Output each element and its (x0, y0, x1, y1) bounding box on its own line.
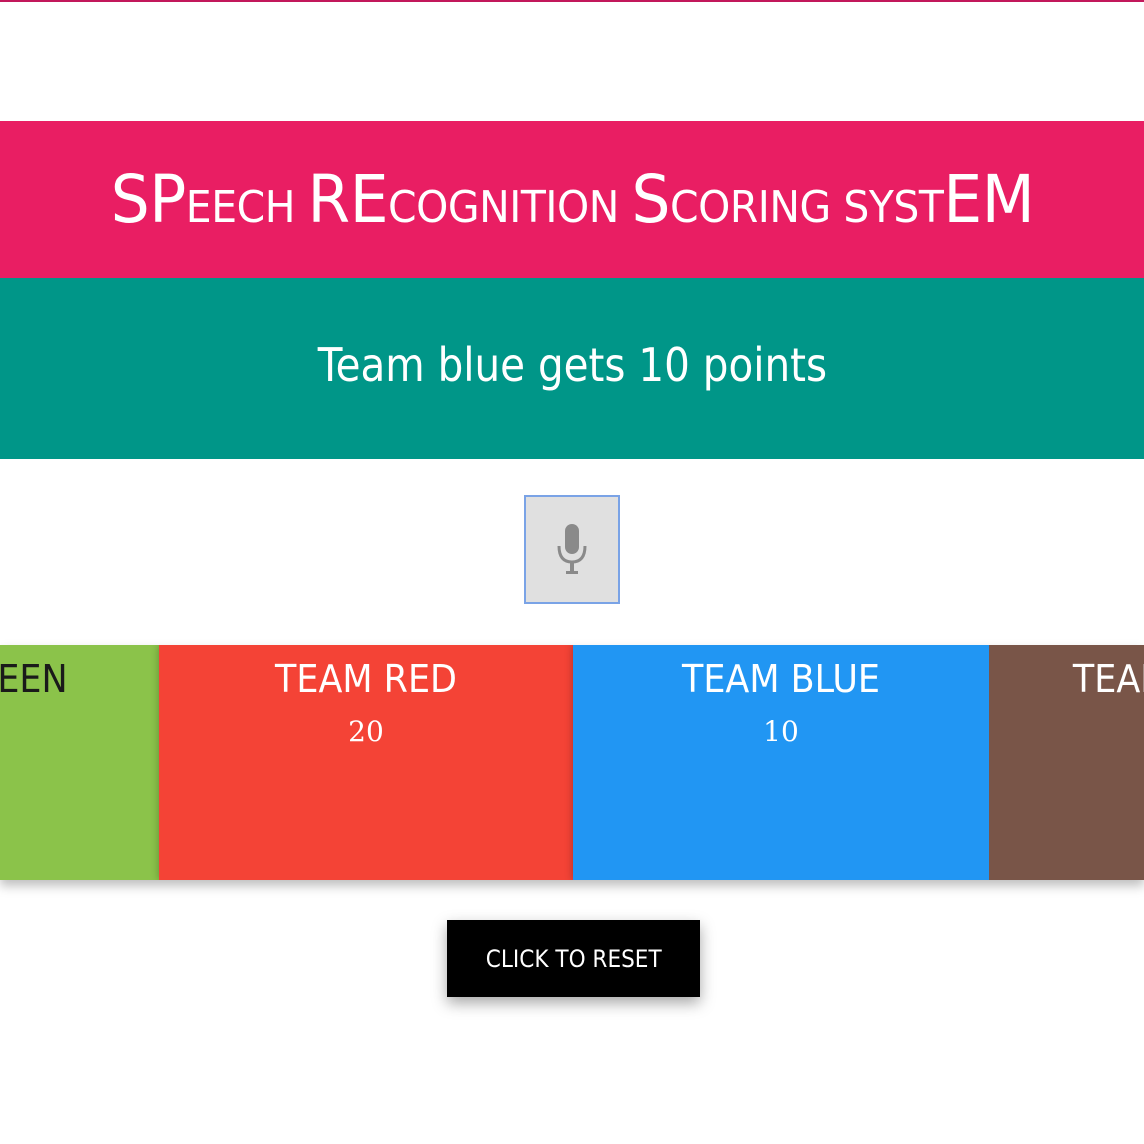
title-part: S (630, 161, 670, 238)
team-card-brown: TEAM BROWN (989, 645, 1144, 880)
team-card-red: TEAM RED 20 (159, 645, 573, 880)
microphone-icon (557, 523, 587, 574)
title-part: RE (307, 161, 388, 238)
title-banner: SPEECH RECOGNITION SCORING SYSTEM (0, 121, 1144, 278)
team-name: TEAM RED (275, 657, 457, 701)
title-part: COGNITION (387, 182, 631, 233)
title-part: SP (110, 161, 186, 238)
status-message: Team blue gets 10 points (317, 337, 827, 392)
status-banner: Team blue gets 10 points (0, 278, 1144, 459)
team-name: TEAM BLUE (681, 657, 881, 701)
team-name: TEAM GREEN (0, 657, 68, 701)
team-card-blue: TEAM BLUE 10 (573, 645, 989, 880)
team-name: TEAM BROWN (1072, 657, 1144, 701)
top-divider (0, 0, 1144, 2)
page-title: SPEECH RECOGNITION SCORING SYSTEM (110, 161, 1034, 238)
reset-button[interactable]: CLICK TO RESET (447, 920, 700, 997)
team-score: 20 (348, 715, 384, 748)
title-part: CORING SYST (669, 182, 943, 233)
team-score: 10 (763, 715, 799, 748)
title-part: EM (942, 161, 1034, 238)
title-part: EECH (185, 182, 308, 233)
microphone-button[interactable] (524, 495, 620, 604)
reset-button-label: CLICK TO RESET (485, 944, 662, 973)
team-scoreboard: TEAM GREEN TEAM RED 20 TEAM BLUE 10 TEAM… (0, 645, 1144, 880)
team-card-green: TEAM GREEN (0, 645, 159, 880)
